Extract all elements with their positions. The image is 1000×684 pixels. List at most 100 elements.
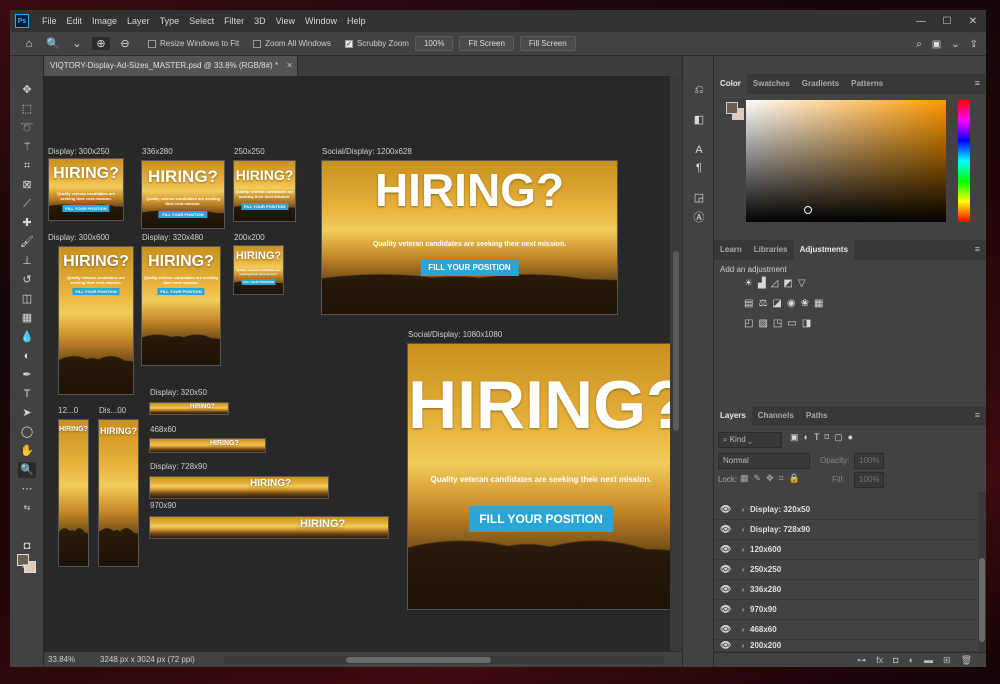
filter-adjustment-icon[interactable]: ◐ (804, 432, 809, 443)
visibility-eye-icon[interactable]: 👁 (720, 640, 736, 651)
color-picker-field[interactable] (746, 100, 946, 222)
zoom-tool-icon[interactable]: 🔍 (18, 462, 36, 478)
artboard-label[interactable]: Display: 300x600 (48, 233, 109, 242)
marquee-tool-icon[interactable]: ⬚ (18, 101, 36, 117)
posterize-icon[interactable]: ▨ (758, 318, 767, 329)
tab-patterns[interactable]: Patterns (845, 74, 889, 94)
chevron-right-icon[interactable]: › (736, 505, 750, 514)
lock-artboard-icon[interactable]: ⌗ (779, 473, 784, 484)
menu-select[interactable]: Select (184, 16, 219, 26)
magic-wand-tool-icon[interactable]: ⚚ (18, 139, 36, 155)
artboard-label[interactable]: Display: 728x90 (150, 462, 207, 471)
tab-swatches[interactable]: Swatches (747, 74, 796, 94)
hue-saturation-icon[interactable]: ▤ (744, 298, 753, 309)
lasso-tool-icon[interactable]: ➰ (18, 120, 36, 136)
artboard-1200x628[interactable]: HIRING? Quality veteran candidates are s… (321, 160, 618, 315)
zoom-100-button[interactable]: 100% (414, 36, 454, 51)
properties-icon[interactable]: ◧ (691, 112, 707, 128)
chevron-right-icon[interactable]: › (736, 565, 750, 574)
zoom-tool-preset-icon[interactable]: 🔍 (44, 37, 62, 50)
new-layer-icon[interactable]: ⊞ (943, 655, 951, 666)
dodge-tool-icon[interactable]: ◐ (18, 348, 36, 364)
eraser-tool-icon[interactable]: ◫ (18, 291, 36, 307)
lock-all-icon[interactable]: 🔒 (789, 473, 800, 484)
tab-channels[interactable]: Channels (752, 406, 800, 426)
scroll-thumb[interactable] (346, 657, 491, 663)
artboard-336x280[interactable]: HIRING? Quality veteran candidates are s… (141, 160, 225, 229)
artboard-label[interactable]: 12...0 (58, 406, 78, 415)
clone-stamp-icon[interactable]: ⊥ (18, 253, 36, 269)
artboard-320x480[interactable]: HIRING? Quality veteran candidates are s… (141, 246, 221, 366)
new-adjustment-layer-icon[interactable]: ◐ (909, 655, 914, 665)
tab-libraries[interactable]: Libraries (748, 240, 794, 260)
screen-mode-icon[interactable]: ▭ (18, 558, 36, 574)
zoom-out-icon[interactable]: ⊖ (116, 37, 134, 50)
artboard-label[interactable]: 336x280 (142, 147, 173, 156)
curves-icon[interactable]: ◿ (771, 278, 779, 289)
artboard-label[interactable]: Display: 320x50 (150, 388, 207, 397)
artboard-label[interactable]: Display: 300x250 (48, 147, 109, 156)
layer-row[interactable]: 👁 › 250x250 (714, 560, 976, 580)
scrubby-zoom-checkbox[interactable]: ✓ Scrubby Zoom (344, 39, 409, 48)
visibility-eye-icon[interactable]: 👁 (720, 584, 736, 595)
chevron-right-icon[interactable]: › (736, 585, 750, 594)
tab-learn[interactable]: Learn (714, 240, 748, 260)
menu-view[interactable]: View (271, 16, 300, 26)
type-tool-icon[interactable]: T (18, 386, 36, 402)
character-icon[interactable]: A (691, 142, 707, 158)
hue-slider[interactable] (958, 100, 970, 222)
artboard-200x200[interactable]: HIRING? Quality veteran candidates are s… (233, 245, 284, 295)
chevron-right-icon[interactable]: › (736, 545, 750, 554)
chevron-down-icon[interactable]: ⌄ (68, 37, 86, 50)
scroll-thumb[interactable] (673, 251, 679, 431)
chevron-right-icon[interactable]: › (736, 605, 750, 614)
artboard-320x50[interactable]: HIRING? (149, 402, 229, 415)
color-balance-icon[interactable]: ⚖ (758, 298, 767, 309)
layer-row[interactable]: 👁 › Display: 320x50 (714, 500, 976, 520)
canvas-area[interactable]: Display: 300x250 HIRING? Quality veteran… (44, 76, 682, 651)
share-icon[interactable]: ⇪ (970, 39, 978, 50)
maximize-button[interactable]: ☐ (934, 10, 960, 32)
exposure-icon[interactable]: ◩ (783, 278, 792, 289)
close-tab-icon[interactable]: ✕ (286, 61, 293, 70)
glyphs-icon[interactable]: ◲ (691, 190, 707, 206)
canvas-horizontal-scrollbar[interactable] (224, 656, 664, 664)
tab-paths[interactable]: Paths (800, 406, 834, 426)
gradient-tool-icon[interactable]: ▦ (18, 310, 36, 326)
link-layers-icon[interactable]: ⊶ (857, 655, 866, 666)
search-icon[interactable]: ⌕ (916, 39, 922, 50)
close-button[interactable]: ✕ (960, 10, 986, 32)
invert-icon[interactable]: ◰ (744, 318, 753, 329)
fit-screen-button[interactable]: Fit Screen (459, 36, 514, 51)
filter-smart-object-icon[interactable]: ▢ (834, 432, 843, 443)
workspace-icon[interactable]: ▣ (932, 39, 941, 50)
menu-filter[interactable]: Filter (219, 16, 249, 26)
artboard-label[interactable]: Display: 320x480 (142, 233, 203, 242)
visibility-eye-icon[interactable]: 👁 (720, 544, 736, 555)
visibility-eye-icon[interactable]: 👁 (720, 504, 736, 515)
character-styles-icon[interactable]: Ⓐ (691, 210, 707, 226)
tab-adjustments[interactable]: Adjustments (793, 240, 855, 260)
artboard-label[interactable]: Dis...00 (99, 406, 126, 415)
gradient-map-icon[interactable]: ▭ (787, 318, 796, 329)
artboard-300x600[interactable]: HIRING? Quality veteran candidates are s… (58, 246, 134, 395)
black-white-icon[interactable]: ◪ (772, 298, 781, 309)
more-tools-icon[interactable]: ⋯ (18, 481, 36, 497)
layer-row[interactable]: 👁 › 200x200 (714, 640, 976, 652)
lock-transparent-icon[interactable]: ▦ (740, 473, 749, 484)
crop-tool-icon[interactable]: ⌗ (18, 158, 36, 174)
brightness-contrast-icon[interactable]: ☀ (744, 278, 753, 289)
minimize-button[interactable]: — (908, 10, 934, 32)
artboard-300x250[interactable]: HIRING? Quality veteran candidates are s… (48, 158, 124, 221)
delete-layer-icon[interactable]: 🗑 (961, 655, 972, 666)
layer-style-icon[interactable]: fx (876, 655, 883, 665)
visibility-eye-icon[interactable]: 👁 (720, 564, 736, 575)
history-brush-icon[interactable]: ↺ (18, 272, 36, 288)
zoom-in-icon[interactable]: ⊕ (92, 37, 110, 50)
layer-row[interactable]: 👁 › 468x60 (714, 620, 976, 640)
eyedropper-tool-icon[interactable]: ⟋ (18, 196, 36, 212)
hand-tool-icon[interactable]: ✋ (18, 443, 36, 459)
artboard-120x600[interactable]: HIRING? (58, 419, 89, 567)
artboard-label[interactable]: Social/Display: 1200x628 (322, 147, 412, 156)
visibility-eye-icon[interactable]: 👁 (720, 624, 736, 635)
